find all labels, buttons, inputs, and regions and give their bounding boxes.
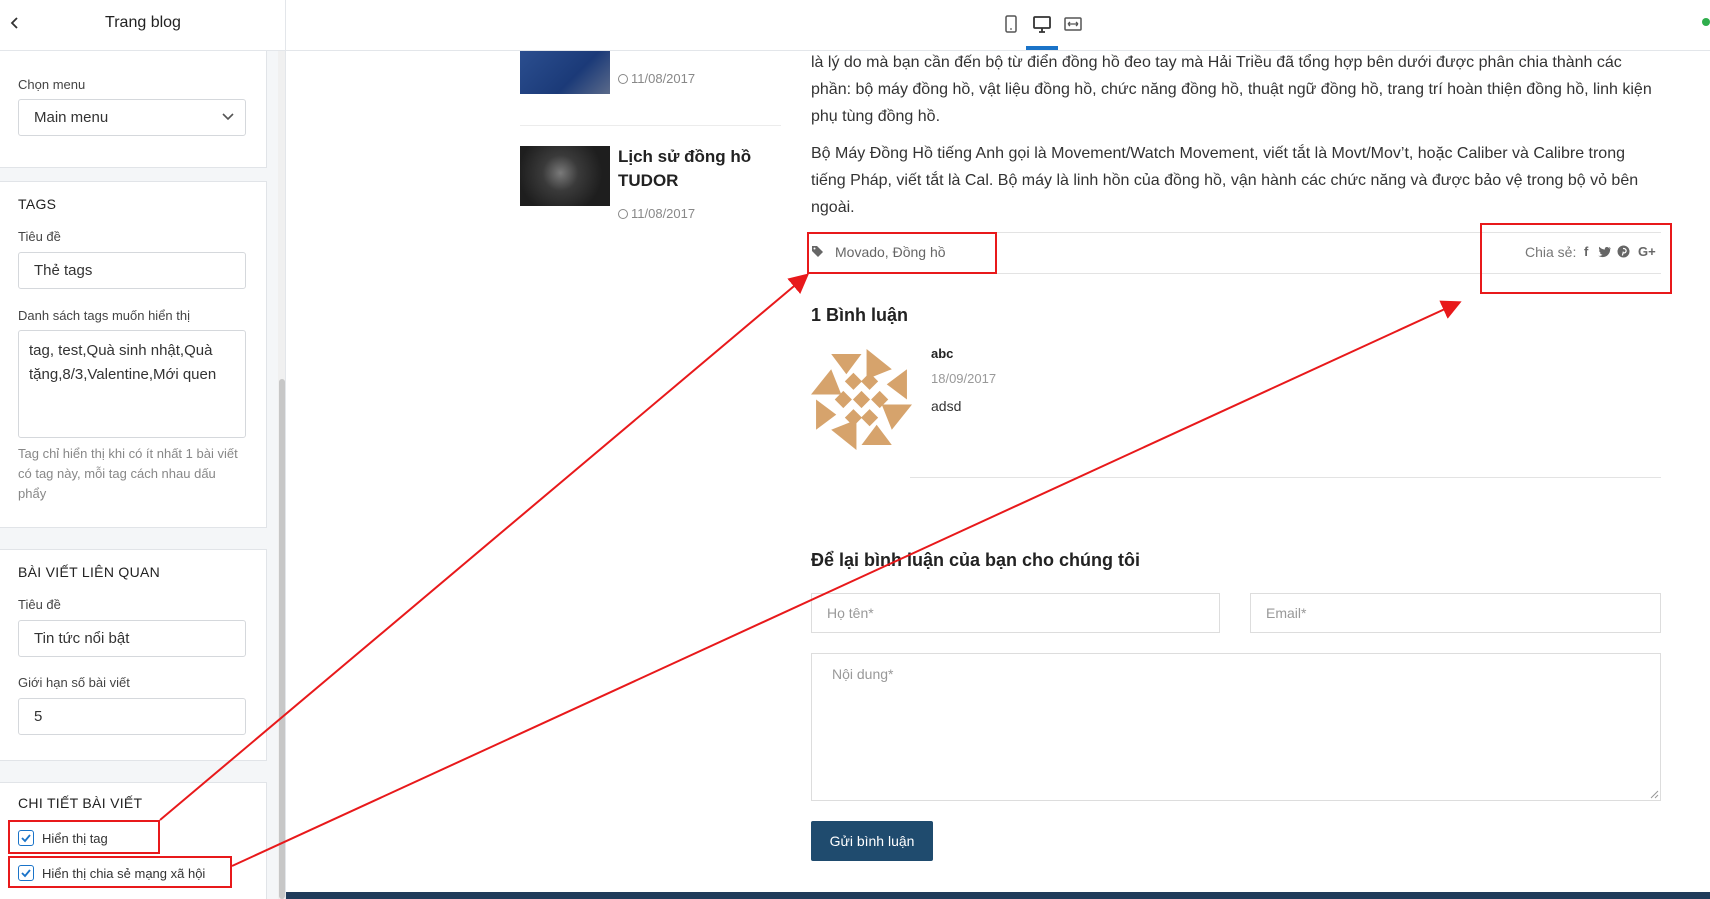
post-date: 11/08/2017 <box>618 71 695 86</box>
show-tag-highlight-box <box>8 820 160 854</box>
editor-header: Trang blog <box>0 0 285 51</box>
post-thumbnail[interactable] <box>520 146 610 206</box>
tags-list-textarea[interactable]: tag, test,Quà sinh nhật,Quà tặng,8/3,Val… <box>18 330 246 438</box>
detail-heading: CHI TIẾT BÀI VIẾT <box>18 795 143 811</box>
tags-title-input[interactable]: Thẻ tags <box>18 252 246 289</box>
menu-card: Chọn menu Main menu <box>0 51 267 168</box>
comment-author: abc <box>931 346 954 361</box>
resize-handle-icon[interactable] <box>1649 789 1659 799</box>
editor-scrollbar[interactable] <box>278 51 285 899</box>
preview-toolbar <box>286 0 1710 51</box>
menu-select[interactable]: Main menu <box>18 99 246 136</box>
comments-heading: 1 Bình luận <box>811 305 909 325</box>
footer-strip <box>286 892 1710 899</box>
tag-highlight-box <box>807 232 997 274</box>
share-highlight-box <box>1480 223 1672 294</box>
related-title-label: Tiêu đề <box>18 597 61 612</box>
desktop-icon[interactable] <box>1032 14 1052 34</box>
related-title-input[interactable]: Tin tức nổi bật <box>18 620 246 657</box>
editor-title: Trang blog <box>105 14 181 31</box>
name-field[interactable]: Họ tên* <box>811 593 1220 633</box>
chevron-down-icon <box>222 113 234 121</box>
tags-hint: Tag chỉ hiển thị khi có ít nhất 1 bài vi… <box>18 446 238 501</box>
article-paragraph: Bộ Máy Đồng Hồ tiếng Anh gọi là Movement… <box>811 145 1639 216</box>
comment-divider <box>910 477 1661 478</box>
clock-icon <box>618 74 628 84</box>
status-dot <box>1702 18 1710 26</box>
comment-date: 18/09/2017 <box>931 371 997 386</box>
fullwidth-icon[interactable] <box>1063 14 1083 34</box>
menu-select-value: Main menu <box>34 109 109 126</box>
show-share-highlight-box <box>8 856 232 888</box>
related-card: BÀI VIẾT LIÊN QUAN Tiêu đề Tin tức nổi b… <box>0 549 267 761</box>
related-limit-input[interactable]: 5 <box>18 698 246 735</box>
mobile-icon[interactable] <box>1001 14 1021 34</box>
related-limit-label: Giới hạn số bài viết <box>18 675 130 690</box>
related-heading: BÀI VIẾT LIÊN QUAN <box>18 564 161 580</box>
email-field[interactable]: Email* <box>1250 593 1661 633</box>
tags-list-label: Danh sách tags muốn hiển thị <box>18 308 190 323</box>
avatar <box>811 349 912 450</box>
editor-panel: Chọn menu Main menu TAGS Tiêu đề Thẻ tag… <box>0 0 286 899</box>
sidebar-divider <box>520 125 781 126</box>
menu-label: Chọn menu <box>18 77 86 92</box>
post-title-link[interactable]: Lịch sử đồng hồ TUDOR <box>618 145 768 193</box>
page-root: Chọn menu Main menu TAGS Tiêu đề Thẻ tag… <box>0 0 1710 899</box>
clock-icon <box>618 209 628 219</box>
scroll-thumb[interactable] <box>279 379 285 899</box>
content-field[interactable]: Nội dung* <box>811 653 1661 801</box>
submit-comment-button[interactable]: Gửi bình luận <box>811 821 933 861</box>
tags-title-label: Tiêu đề <box>18 229 61 244</box>
post-date: 11/08/2017 <box>618 206 695 221</box>
comment-text: adsd <box>931 398 962 414</box>
tags-card: TAGS Tiêu đề Thẻ tags Danh sách tags muố… <box>0 181 267 528</box>
post-thumbnail[interactable] <box>520 51 610 94</box>
article-paragraph: là lý do mà bạn cần đến bộ từ điển đồng … <box>811 54 1652 125</box>
comment-form-heading: Để lại bình luận của bạn cho chúng tôi <box>811 550 1141 570</box>
tags-heading: TAGS <box>18 196 57 212</box>
